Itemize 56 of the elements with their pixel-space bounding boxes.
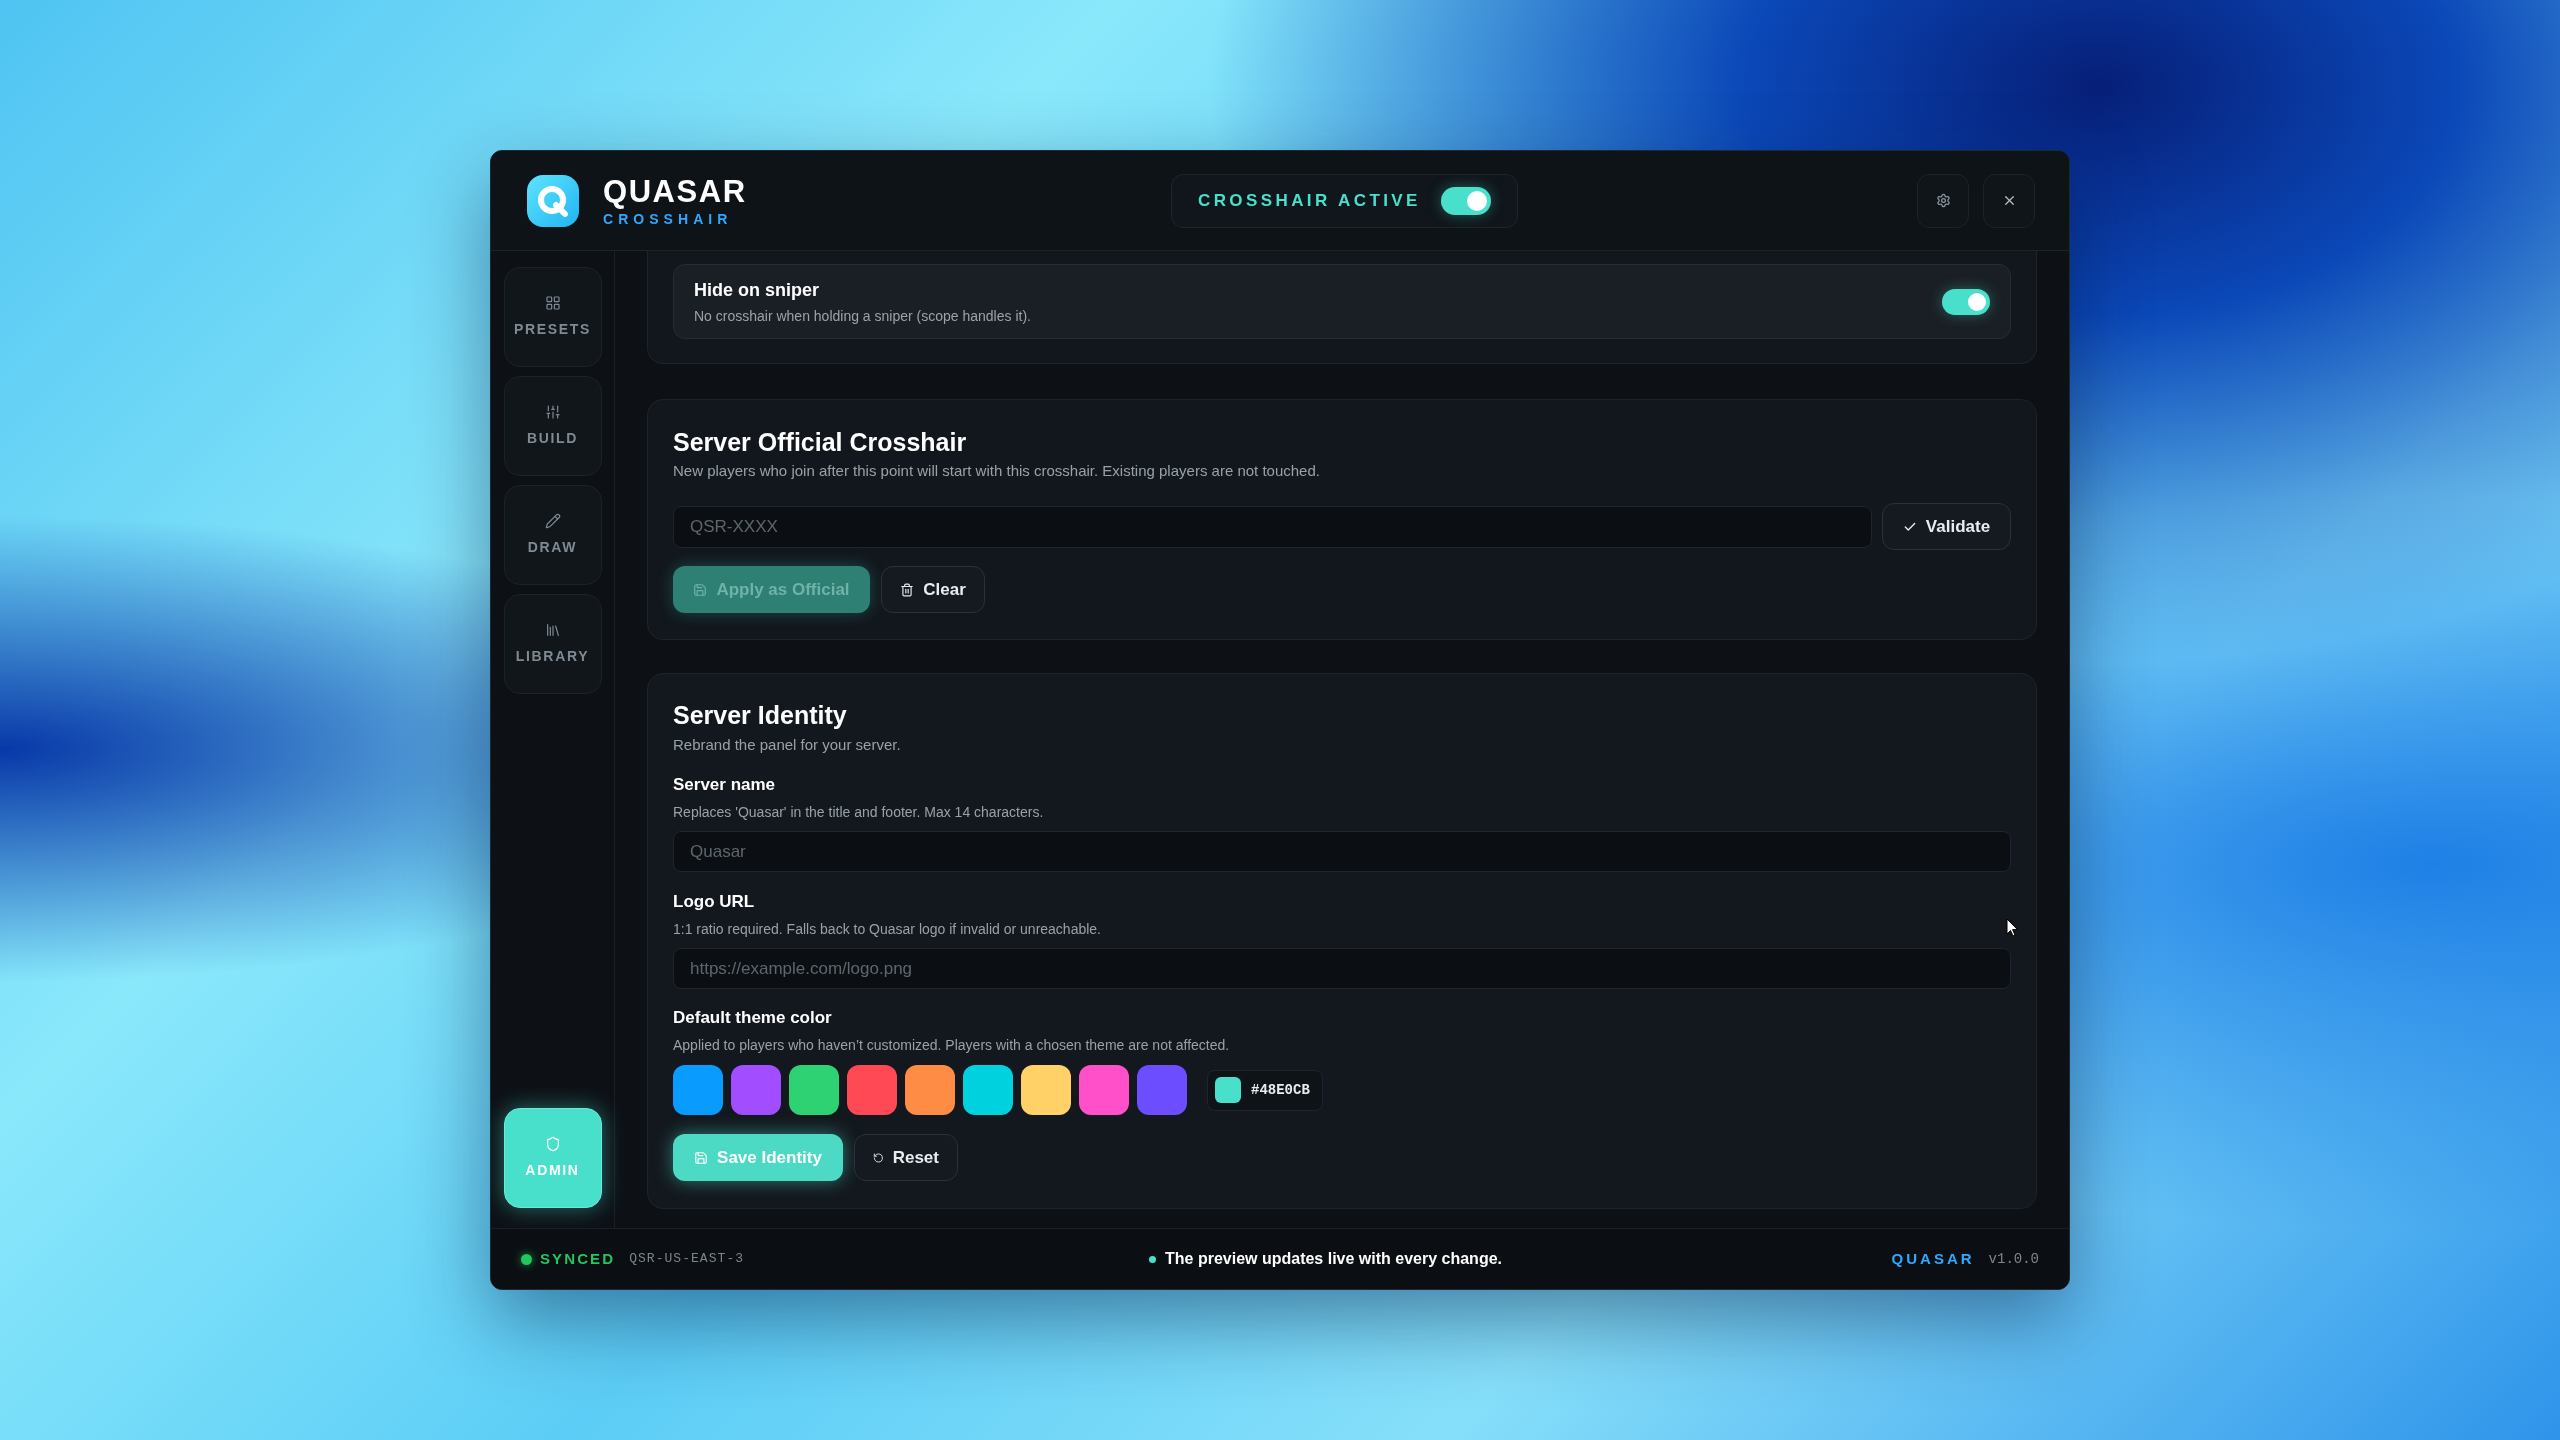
section-description: Rebrand the panel for your server. bbox=[673, 735, 902, 755]
sidebar-item[interactable]: BUILD bbox=[503, 376, 602, 476]
reset-icon bbox=[873, 1150, 884, 1165]
pencil-icon bbox=[544, 512, 561, 529]
crosshair-status-label: CROSSHAIR ACTIVE bbox=[1198, 189, 1421, 212]
color-swatch[interactable] bbox=[789, 1065, 839, 1115]
field-hint: Applied to players who haven’t customized. Players with a chosen theme are not affected. bbox=[673, 1036, 1231, 1054]
color-swatch[interactable] bbox=[731, 1065, 781, 1115]
color-swatch[interactable] bbox=[1079, 1065, 1129, 1115]
custom-color-chip[interactable]: #48E0CB bbox=[1207, 1069, 1323, 1111]
color-swatch[interactable] bbox=[1021, 1065, 1071, 1115]
setting-title: Hide on sniper bbox=[694, 278, 820, 302]
shield-icon bbox=[544, 1135, 561, 1152]
mouse-pointer-icon bbox=[2006, 918, 2019, 937]
color-swatch[interactable] bbox=[963, 1065, 1013, 1115]
sliders-icon bbox=[544, 403, 561, 420]
section-description: New players who join after this point will start with this crosshair. Existing players are not touched. bbox=[673, 461, 1321, 481]
sidebar-item[interactable]: LIBRARY bbox=[503, 594, 602, 694]
setting-description: No crosshair when holding a sniper (scope handles it). bbox=[694, 306, 1031, 326]
validate-button[interactable]: Validate bbox=[1882, 503, 2011, 550]
status-message: The preview updates live with every change. bbox=[1165, 1249, 1502, 1269]
crosshair-code-input[interactable]: QSR-XXXX bbox=[673, 505, 1872, 548]
clear-button[interactable]: Clear bbox=[881, 566, 985, 613]
logo-icon bbox=[527, 174, 579, 227]
sniper-toggle[interactable] bbox=[1942, 288, 1990, 315]
app-subtitle: CROSSHAIR bbox=[603, 211, 734, 226]
app-title: QUASAR bbox=[603, 175, 747, 207]
field-label: Default theme color bbox=[673, 1007, 833, 1029]
save-icon bbox=[693, 582, 708, 597]
save-icon bbox=[694, 1150, 709, 1165]
server-region: QSR-US-EAST-3 bbox=[629, 1250, 745, 1269]
color-swatch[interactable] bbox=[847, 1065, 897, 1115]
field-label: Server name bbox=[673, 774, 777, 796]
section-title: Server Identity bbox=[673, 700, 848, 731]
color-swatch[interactable] bbox=[1137, 1065, 1187, 1115]
sync-status: SYNCED bbox=[540, 1248, 616, 1269]
color-hex-value: #48E0CB bbox=[1251, 1080, 1310, 1100]
text-input[interactable]: https://example.com/logo.png bbox=[673, 948, 2011, 989]
sidebar-item[interactable]: DRAW bbox=[503, 485, 602, 585]
grid-icon bbox=[544, 294, 561, 311]
reset-button[interactable]: Reset bbox=[854, 1134, 958, 1181]
color-swatch[interactable] bbox=[905, 1065, 955, 1115]
field-label: Logo URL bbox=[673, 891, 756, 913]
text-input[interactable]: Quasar bbox=[673, 831, 2011, 872]
field-hint: Replaces 'Quasar' in the title and footer. Max 14 characters. bbox=[673, 803, 1045, 821]
color-swatch[interactable] bbox=[673, 1065, 723, 1115]
settings-icon bbox=[1935, 193, 1951, 208]
section-title: Server Official Crosshair bbox=[673, 427, 968, 458]
crosshair-toggle[interactable] bbox=[1440, 186, 1491, 215]
settings-button[interactable] bbox=[1917, 173, 1969, 228]
version-label: v1.0.0 bbox=[1988, 1249, 2039, 1269]
books-icon bbox=[544, 621, 561, 638]
field-hint: 1:1 ratio required. Falls back to Quasar logo if invalid or unreachable. bbox=[673, 920, 1102, 938]
sidebar-item[interactable]: PRESETS bbox=[503, 267, 602, 367]
trash-icon bbox=[900, 582, 915, 597]
footer-brand: QUASAR bbox=[1891, 1248, 1975, 1269]
